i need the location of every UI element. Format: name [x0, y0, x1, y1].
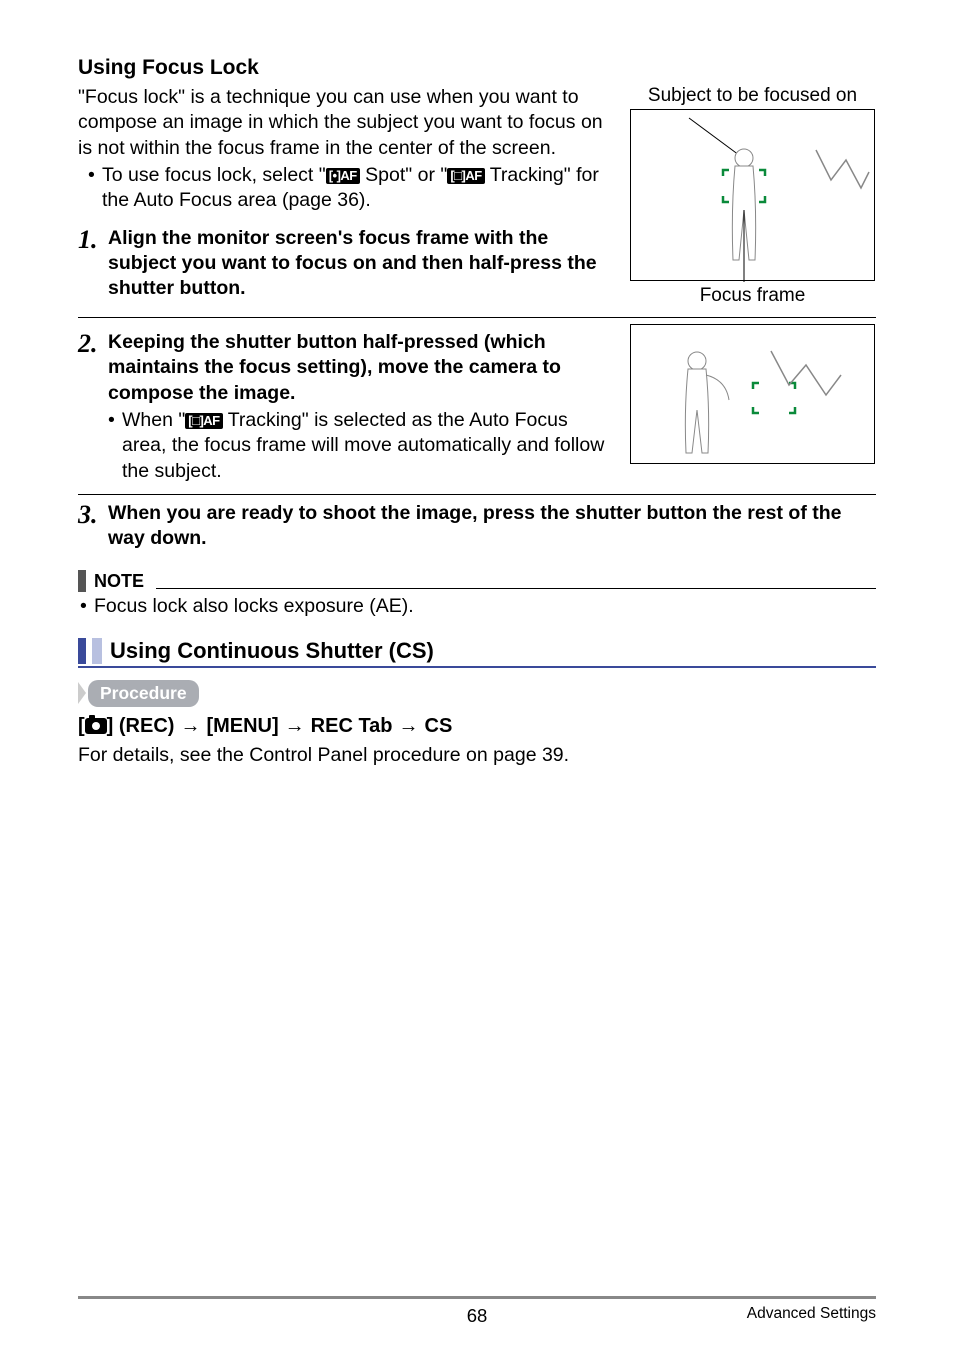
spot-af-icon: [•]AF — [326, 168, 360, 184]
path-rectab: REC Tab — [311, 715, 393, 738]
note-accent-bar — [78, 570, 86, 592]
focus-lock-intro: "Focus lock" is a technique you can use … — [78, 85, 609, 161]
bullet-spot: Spot" or " — [360, 164, 448, 186]
diagram-top-label: Subject to be focused on — [629, 85, 876, 107]
note-label: NOTE — [94, 571, 144, 592]
path-lbracket: [ — [78, 715, 85, 737]
step-1: 1. Align the monitor screen's focus fram… — [78, 226, 609, 302]
section-accent-bar-1 — [78, 638, 86, 664]
path-rec: ] (REC) — [107, 715, 175, 737]
procedure-path: [ ] (REC) → [MENU] → REC Tab → CS — [78, 715, 876, 738]
step-3-title: When you are ready to shoot the image, p… — [108, 502, 842, 549]
note-bullet: • Focus lock also locks exposure (AE). — [78, 595, 876, 618]
path-cs: CS — [425, 715, 453, 738]
diagram-1 — [630, 109, 875, 281]
step-2-sub-pre: When " — [122, 409, 185, 431]
focus-lock-heading: Using Focus Lock — [78, 56, 876, 80]
procedure-triangle-icon — [78, 682, 86, 704]
note-text: Focus lock also locks exposure (AE). — [94, 595, 414, 618]
arrow-icon: → — [180, 715, 200, 738]
diagram-2 — [630, 324, 875, 464]
bullet-pre: To use focus lock, select " — [102, 164, 326, 186]
step-2-title: Keeping the shutter button half-pressed … — [108, 330, 609, 406]
procedure-details: For details, see the Control Panel proce… — [78, 744, 876, 767]
footer-section: Advanced Settings — [747, 1305, 876, 1323]
camera-icon — [85, 718, 107, 734]
intro-bullet: • To use focus lock, select "[•]AF Spot"… — [78, 163, 609, 214]
procedure-badge: Procedure — [88, 680, 199, 707]
step-2-number: 2. — [78, 330, 108, 484]
section-accent-bar-2 — [92, 638, 102, 664]
tracking-af-icon-2: [□]AF — [185, 413, 222, 429]
step-1-number: 1. — [78, 226, 108, 302]
step-3: 3. When you are ready to shoot the image… — [78, 501, 876, 552]
step-2: 2. Keeping the shutter button half-press… — [78, 330, 609, 484]
tracking-af-icon: [□]AF — [447, 168, 484, 184]
diagram-bottom-label: Focus frame — [629, 285, 876, 307]
step-1-title: Align the monitor screen's focus frame w… — [108, 227, 597, 300]
arrow-icon: → — [285, 715, 305, 738]
path-menu: [MENU] — [206, 715, 278, 738]
cs-section-title: Using Continuous Shutter (CS) — [108, 638, 434, 664]
step-3-number: 3. — [78, 501, 108, 552]
arrow-icon: → — [399, 715, 419, 738]
page-number: 68 — [467, 1305, 488, 1327]
